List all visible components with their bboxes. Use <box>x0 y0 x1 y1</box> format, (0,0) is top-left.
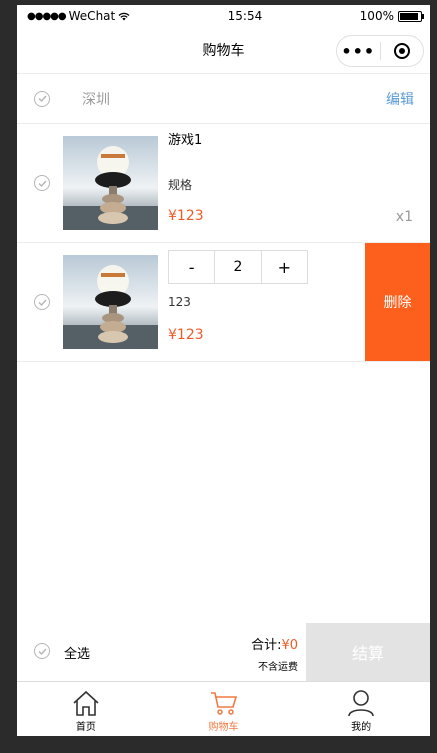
shop-checkbox[interactable] <box>34 90 50 107</box>
quantity-input[interactable]: 2 <box>214 251 262 283</box>
item-checkbox[interactable] <box>34 175 50 191</box>
product-spec: 规格 <box>168 178 193 192</box>
tab-profile[interactable]: 我的 <box>292 682 430 736</box>
cart-item: - 2 + 123 ¥123 删除 <box>17 243 430 362</box>
target-icon <box>393 43 410 59</box>
signal-icon: ●●●●● <box>27 10 67 22</box>
tab-label: 我的 <box>351 722 372 733</box>
total-label: 合计: <box>251 638 282 653</box>
quantity-stepper: - 2 + <box>168 250 308 284</box>
more-dots-icon[interactable]: ••• <box>337 42 380 61</box>
select-all-checkbox[interactable] <box>34 643 50 659</box>
product-price: ¥123 <box>168 327 204 343</box>
check-icon <box>38 180 47 187</box>
battery-percent: 100% <box>359 9 394 23</box>
tab-cart[interactable]: 购物车 <box>155 682 293 736</box>
product-name[interactable]: 游戏1 <box>168 129 202 148</box>
wifi-icon <box>118 12 130 20</box>
product-price: ¥123 <box>168 208 204 224</box>
check-icon <box>38 299 47 306</box>
cart-item: 游戏1 规格 ¥123 x1 <box>17 124 430 243</box>
check-icon <box>38 95 47 102</box>
delete-button[interactable]: 删除 <box>365 243 430 361</box>
item-checkbox[interactable] <box>34 294 50 310</box>
checkout-bar: 全选 合计:¥0 不含运费 结算 <box>17 623 430 682</box>
shop-header: 深圳 编辑 <box>17 74 430 124</box>
miniprogram-capsule: ••• <box>336 35 424 67</box>
phone-screen: ●●●●● WeChat 15:54 100% 购物车 ••• 深圳 编辑 游戏… <box>17 5 430 736</box>
total-amount: ¥0 <box>281 638 298 653</box>
increase-button[interactable]: + <box>262 251 307 283</box>
check-icon <box>38 648 47 655</box>
checkout-button[interactable]: 结算 <box>306 623 430 681</box>
page-title: 购物车 <box>202 43 245 59</box>
nav-bar: 购物车 ••• <box>17 27 430 74</box>
total-price: 合计:¥0 <box>251 634 298 653</box>
close-miniprogram-button[interactable] <box>381 43 424 59</box>
battery-icon <box>397 10 424 22</box>
carrier-label: WeChat <box>68 9 116 23</box>
product-image[interactable] <box>63 255 158 349</box>
user-icon <box>348 690 374 717</box>
status-bar: ●●●●● WeChat 15:54 100% <box>17 5 430 27</box>
select-all-label[interactable]: 全选 <box>64 643 90 662</box>
product-spec: 123 <box>168 295 191 309</box>
product-quantity: x1 <box>395 209 413 225</box>
tab-label: 首页 <box>75 722 96 733</box>
edit-button[interactable]: 编辑 <box>386 89 414 109</box>
shipping-note: 不含运费 <box>258 662 298 673</box>
cart-icon <box>210 692 237 715</box>
tab-home[interactable]: 首页 <box>17 682 155 736</box>
shop-name: 深圳 <box>82 91 110 108</box>
product-image[interactable] <box>63 136 158 230</box>
home-icon <box>73 690 99 716</box>
decrease-button[interactable]: - <box>169 251 214 283</box>
clock: 15:54 <box>227 9 263 23</box>
tab-label: 购物车 <box>208 722 239 733</box>
tab-bar: 首页 购物车 我的 <box>17 682 430 736</box>
